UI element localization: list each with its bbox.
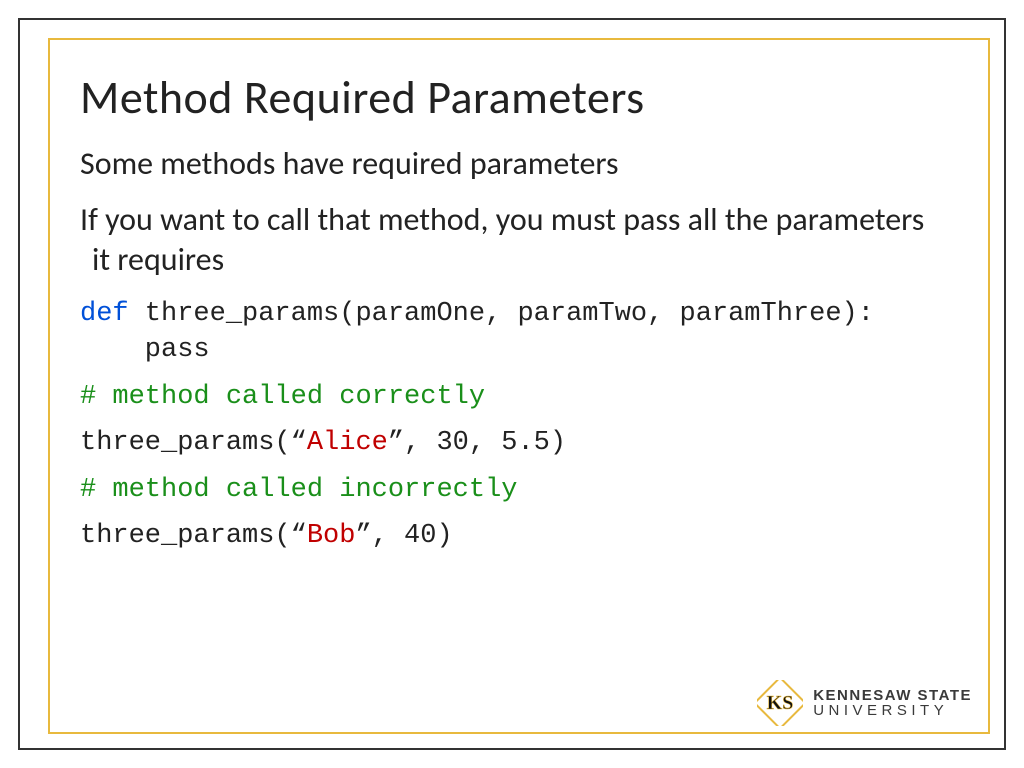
- logo-text: KENNESAW STATE UNIVERSITY: [813, 688, 972, 718]
- slide-content: Method Required Parameters Some methods …: [80, 70, 944, 708]
- logo-line-2: UNIVERSITY: [813, 703, 972, 718]
- string-literal: Alice: [307, 428, 388, 458]
- code-text: three_params(“: [80, 428, 307, 458]
- svg-text:KS: KS: [767, 692, 794, 714]
- university-logo: KS KENNESAW STATE UNIVERSITY: [757, 680, 972, 726]
- keyword-def: def: [80, 299, 129, 329]
- code-text: ”, 30, 5.5): [388, 428, 566, 458]
- logo-k-icon: KS: [757, 680, 803, 726]
- code-text: ”, 40): [355, 521, 452, 551]
- code-text: three_params(“: [80, 521, 307, 551]
- logo-line-1: KENNESAW STATE: [813, 688, 972, 703]
- string-literal: Bob: [307, 521, 356, 551]
- comment-text: # method called correctly: [80, 382, 485, 412]
- code-def-signature: three_params(paramOne, paramTwo, paramTh…: [129, 299, 874, 329]
- code-comment-correct: # method called correctly: [80, 379, 944, 415]
- code-call-correct: three_params(“Alice”, 30, 5.5): [80, 425, 944, 461]
- code-call-incorrect: three_params(“Bob”, 40): [80, 518, 944, 554]
- body-line-1: Some methods have required parameters: [80, 144, 944, 184]
- code-comment-incorrect: # method called incorrectly: [80, 472, 944, 508]
- body-line-2: If you want to call that method, you mus…: [80, 200, 944, 280]
- comment-text: # method called incorrectly: [80, 475, 517, 505]
- code-def: def three_params(paramOne, paramTwo, par…: [80, 296, 944, 369]
- slide-title: Method Required Parameters: [80, 70, 944, 126]
- code-def-body: pass: [80, 335, 210, 365]
